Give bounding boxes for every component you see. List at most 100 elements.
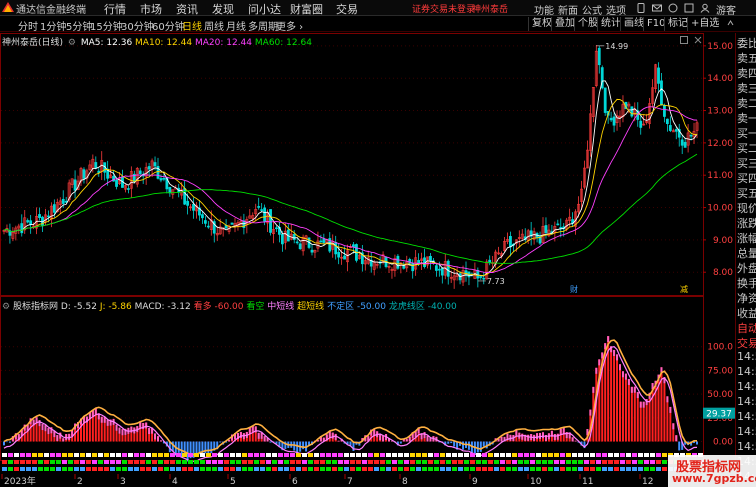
- phone-icon[interactable]: [636, 3, 646, 13]
- side-panel-item[interactable]: 卖四: [737, 65, 756, 81]
- mail-icon[interactable]: [652, 3, 662, 13]
- side-panel-item[interactable]: 买二: [737, 140, 756, 156]
- side-panel-item[interactable]: 自动: [737, 320, 756, 336]
- signal-strip-cell: [200, 453, 205, 457]
- indicator-settings-icon[interactable]: ⚙: [2, 302, 10, 312]
- signal-strip-cell: [458, 453, 463, 457]
- side-panel-item[interactable]: 买三: [737, 155, 756, 171]
- tab-15min[interactable]: 15分钟: [90, 18, 123, 33]
- side-panel-item[interactable]: 外盘: [737, 260, 756, 276]
- side-panel-item[interactable]: 涨幅: [737, 230, 756, 246]
- signal-strip-cell: [596, 467, 601, 471]
- signal-strip-cell: [476, 453, 481, 457]
- side-panel-item[interactable]: 卖一: [737, 110, 756, 126]
- signal-strip-cell: [392, 467, 397, 471]
- tab-fenshi[interactable]: 分时: [18, 18, 38, 33]
- menu-gongshi[interactable]: 公式: [582, 2, 602, 17]
- signal-strip-cell: [632, 460, 637, 464]
- indicator-bar-cap: [642, 401, 645, 408]
- chart-area[interactable]: 14.99 7.73 财减 15.00 14.00 13.00 12.00 11.00 10.…: [0, 33, 756, 487]
- side-panel-item[interactable]: 14:5: [737, 410, 756, 423]
- side-panel-item[interactable]: 卖三: [737, 80, 756, 96]
- tab-daily[interactable]: 日线: [182, 18, 202, 33]
- signal-strip-cell: [632, 467, 637, 471]
- side-panel-item[interactable]: 交易: [737, 335, 756, 351]
- side-panel-item[interactable]: 现价: [737, 200, 756, 216]
- menu-jiaoyi[interactable]: 交易: [336, 1, 358, 17]
- candle-body: [38, 214, 41, 218]
- menu-caifuquan[interactable]: 财富圈: [290, 1, 323, 17]
- side-panel-item[interactable]: 14:5: [737, 395, 756, 408]
- side-panel-item[interactable]: 委比: [737, 35, 756, 51]
- add-watchlist-button[interactable]: +自选: [687, 17, 722, 31]
- side-panel-item[interactable]: 净资: [737, 290, 756, 306]
- menu-hangqing[interactable]: 行情: [104, 1, 126, 17]
- tab-5min[interactable]: 5分钟: [66, 18, 92, 33]
- signal-strip-cell: [512, 460, 517, 464]
- settings-icon[interactable]: ⚙: [68, 38, 76, 48]
- side-panel-item[interactable]: 总量: [737, 245, 756, 261]
- signal-strip-cell: [14, 460, 19, 464]
- tab-more[interactable]: 更多 ›: [276, 18, 303, 33]
- candle-body: [660, 80, 663, 106]
- tab-weekly[interactable]: 周线: [204, 18, 224, 33]
- kline-chart[interactable]: 14.997.73财减 15.0014.0013.0012.0011.0010.…: [0, 33, 735, 487]
- side-panel-item[interactable]: 14:5: [737, 380, 756, 393]
- side-panel-item[interactable]: 涨跌: [737, 215, 756, 231]
- chart-window-controls: [680, 36, 732, 44]
- signal-strip-cell: [518, 453, 523, 457]
- guest-label[interactable]: 游客: [716, 2, 736, 17]
- side-panel-item[interactable]: 卖二: [737, 95, 756, 111]
- signal-strip-cell: [368, 453, 373, 457]
- signal-strip-cell: [92, 453, 97, 457]
- candle-body: [597, 47, 601, 66]
- candle-body: [61, 198, 65, 204]
- side-panel-item[interactable]: 14:5: [737, 350, 756, 363]
- resize-icon[interactable]: [680, 36, 688, 44]
- signal-strip-cell: [188, 467, 193, 471]
- tab-monthly[interactable]: 月线: [226, 18, 246, 33]
- signal-strip-cell: [626, 453, 631, 457]
- menu-faxian[interactable]: 发现: [212, 1, 234, 17]
- side-panel-item[interactable]: 卖五: [737, 50, 756, 66]
- menu-xuanxiang[interactable]: 选项: [606, 2, 626, 17]
- indicator-bar-cap: [672, 423, 675, 430]
- signal-strip-cell: [332, 460, 337, 464]
- side-panel-item[interactable]: 14:5: [737, 425, 756, 438]
- indicator-bar-cap: [616, 354, 619, 361]
- side-panel-item[interactable]: 14:5: [737, 365, 756, 378]
- menu-zixun[interactable]: 资讯: [176, 1, 198, 17]
- side-panel-item[interactable]: 收益: [737, 305, 756, 321]
- side-panel-item[interactable]: 买五: [737, 185, 756, 201]
- indicator-bar-cap: [559, 428, 562, 435]
- menu-xinmian[interactable]: 新面: [558, 2, 578, 17]
- tab-30min[interactable]: 30分钟: [121, 18, 154, 33]
- signal-strip-cell: [320, 460, 325, 464]
- candle-body: [280, 233, 284, 245]
- menu-gongneng[interactable]: 功能: [534, 2, 554, 17]
- tab-1min[interactable]: 1分钟: [40, 18, 66, 33]
- signal-strip-cell: [62, 460, 67, 464]
- menu-wenxiaoda[interactable]: 问小达: [248, 1, 281, 17]
- skin-icon[interactable]: [684, 3, 694, 13]
- indicator-bar-cap: [44, 425, 47, 432]
- side-panel-item[interactable]: 换手: [737, 275, 756, 291]
- tab-multi-period[interactable]: 多周期: [248, 18, 278, 33]
- tab-60min[interactable]: 60分钟: [152, 18, 185, 33]
- candle-body: [674, 129, 678, 132]
- side-panel-item[interactable]: 买四: [737, 170, 756, 186]
- close-chart-icon[interactable]: [694, 36, 702, 44]
- notice-icon[interactable]: [668, 3, 678, 13]
- candle-body: [153, 162, 157, 167]
- login-status[interactable]: 证券交易未登录: [412, 2, 475, 15]
- indicator-bar: [5, 441, 8, 443]
- side-panel-item[interactable]: 14:5: [737, 440, 756, 453]
- user-icon[interactable]: [700, 3, 710, 13]
- signal-strip-cell: [608, 467, 613, 471]
- side-panel-item[interactable]: 买一: [737, 125, 756, 141]
- menu-shichang[interactable]: 市场: [140, 1, 162, 17]
- indicator-bar-cap: [408, 436, 411, 442]
- chevron-up-icon[interactable]: [727, 19, 734, 29]
- indicator-tick-label: 50.00: [707, 390, 733, 400]
- price-tick-label: 10.00: [707, 204, 733, 214]
